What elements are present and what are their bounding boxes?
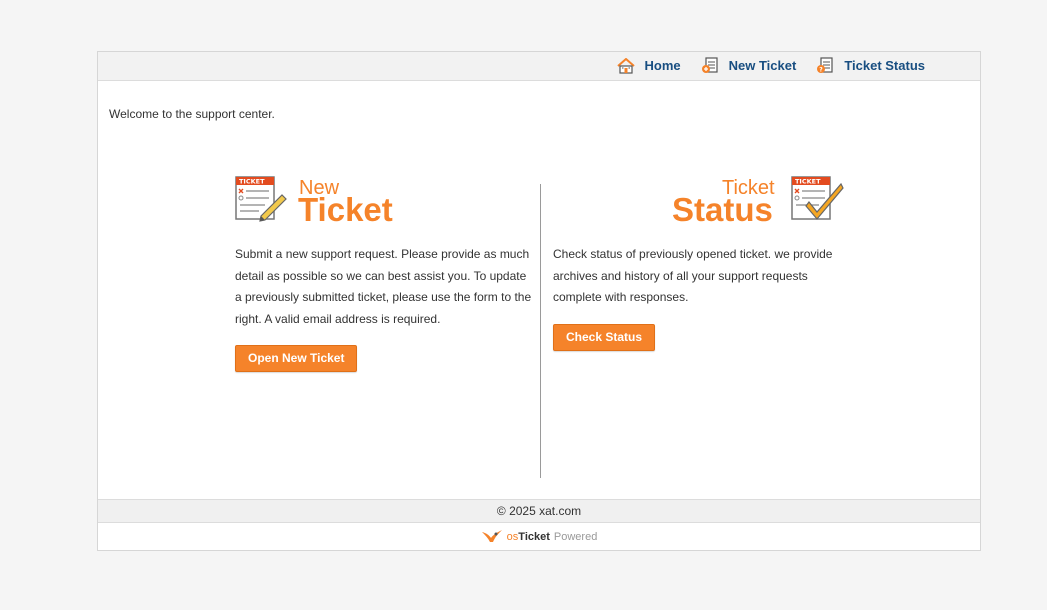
- new-ticket-icon-label: TICKET: [239, 178, 265, 186]
- welcome-message: Welcome to the support center.: [109, 107, 275, 121]
- open-new-ticket-button[interactable]: Open New Ticket: [235, 345, 358, 372]
- ticket-status-large-icon: TICKET: [791, 176, 845, 227]
- powered-os: os: [506, 531, 519, 543]
- nav-home-link[interactable]: Home: [616, 57, 681, 74]
- osticket-logo-icon: [481, 529, 503, 546]
- ticket-status-small-icon: ?: [816, 57, 834, 74]
- new-ticket-large-icon: TICKET: [235, 176, 287, 227]
- footer-copyright: © 2025 xat.com: [98, 499, 980, 523]
- powered-by: os Ticket Powered: [98, 525, 980, 549]
- ticket-status-icon-label: TICKET: [795, 178, 821, 186]
- ticket-status-word-big: Status: [672, 191, 773, 228]
- new-ticket-heading: TICKET New Ticket: [235, 176, 535, 226]
- home-icon: [616, 57, 635, 74]
- support-center-frame: Home New Ticket ? Ticket Status Welcome …: [97, 51, 981, 551]
- nav-new-ticket-label: New Ticket: [728, 58, 797, 73]
- nav-ticket-status-link[interactable]: ? Ticket Status: [816, 57, 925, 74]
- new-ticket-small-icon: [701, 57, 719, 74]
- ticket-status-section: Ticket Status TICKET Check status of pre…: [553, 176, 853, 351]
- top-navbar: Home New Ticket ? Ticket Status: [98, 52, 980, 81]
- nav-home-label: Home: [644, 58, 681, 73]
- check-status-button[interactable]: Check Status: [553, 323, 656, 351]
- new-ticket-section: TICKET New Ticket Submit a new support r…: [235, 176, 535, 372]
- new-ticket-word-big: Ticket: [298, 191, 393, 228]
- ticket-status-description: Check status of previously opened ticket…: [553, 247, 833, 304]
- svg-text:?: ?: [820, 67, 824, 74]
- column-divider: [540, 184, 541, 478]
- powered-ticket: Ticket: [518, 531, 550, 543]
- nav-ticket-status-label: Ticket Status: [844, 58, 925, 73]
- ticket-status-heading: Ticket Status TICKET: [553, 176, 853, 226]
- nav-new-ticket-link[interactable]: New Ticket: [701, 57, 797, 74]
- nav-links: Home New Ticket ? Ticket Status: [616, 57, 925, 74]
- powered-label: Powered: [553, 531, 598, 543]
- new-ticket-description: Submit a new support request. Please pro…: [235, 247, 532, 326]
